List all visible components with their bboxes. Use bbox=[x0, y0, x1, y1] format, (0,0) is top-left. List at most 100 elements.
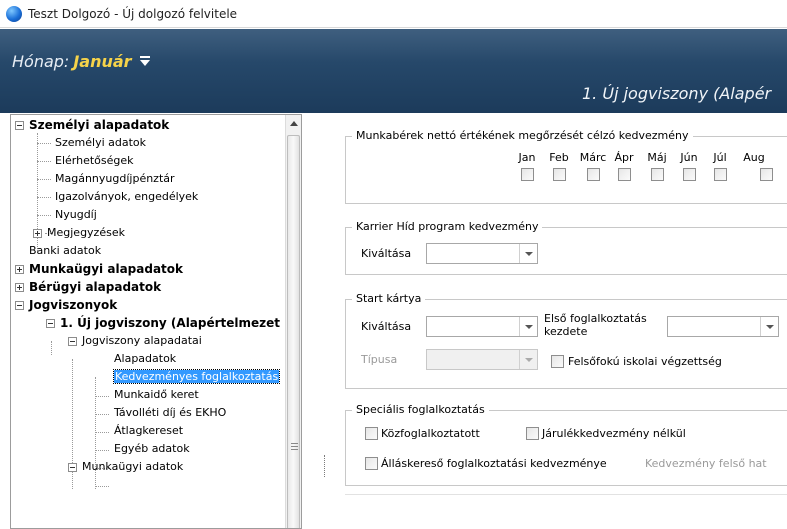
app-icon bbox=[6, 5, 22, 22]
month-header-apr: Ápr bbox=[614, 151, 634, 164]
kozfoglalkoztatott-checkbox[interactable] bbox=[365, 427, 378, 440]
tree-line bbox=[95, 432, 109, 433]
tree-item-egyeb-adatok[interactable]: Egyéb adatok bbox=[114, 440, 190, 458]
first-employment-date-combo[interactable] bbox=[667, 316, 779, 337]
tree-item-szemelyi-alapadatok[interactable]: Személyi alapadatok bbox=[15, 116, 169, 134]
tree-item-munkaugyi-adatok[interactable]: Munkaügyi adatok bbox=[68, 458, 183, 476]
special-employment-title: Speciális foglalkoztatás bbox=[352, 403, 489, 416]
tree-item-munkaido-keret[interactable]: Munkaidő keret bbox=[114, 386, 199, 404]
scroll-thumb[interactable] bbox=[287, 135, 300, 528]
tree-line bbox=[95, 486, 109, 487]
start-kartya-group: Start kártya Kiváltása Első foglalkoztat… bbox=[345, 292, 787, 389]
checkbox-feb[interactable] bbox=[553, 168, 566, 181]
checkbox-maj[interactable] bbox=[651, 168, 664, 181]
month-value: Január bbox=[73, 52, 132, 71]
tree-item-banki-adatok[interactable]: Banki adatok bbox=[29, 242, 101, 260]
checkbox-marc[interactable] bbox=[587, 168, 600, 181]
tree-line bbox=[95, 414, 109, 415]
month-dropdown-icon[interactable] bbox=[139, 55, 150, 66]
tree-item-megjegyzesek[interactable]: Megjegyzések bbox=[33, 224, 125, 242]
karrier-kivaltasa-combo[interactable] bbox=[426, 243, 538, 264]
tree-item-tavolleti-dij[interactable]: Távolléti díj és EKHO bbox=[114, 404, 226, 422]
collapse-icon[interactable] bbox=[68, 463, 77, 472]
tree-item-munkaugyi-alapadatok[interactable]: Munkaügyi alapadatok bbox=[15, 260, 183, 278]
collapse-icon[interactable] bbox=[68, 337, 77, 346]
month-header: Hónap: Január 1. Új jogviszony (Alapér bbox=[0, 29, 787, 113]
checkbox-jul[interactable] bbox=[714, 168, 727, 181]
karrier-hid-group: Karrier Híd program kedvezmény Kiváltása bbox=[345, 220, 787, 275]
month-header-marc: Márc bbox=[579, 151, 607, 164]
tree-line bbox=[37, 179, 51, 180]
allaskereso-checkbox[interactable] bbox=[365, 457, 378, 470]
tree-item-kedvezmenyes-foglalkoztatas[interactable]: Kedvezményes foglalkoztatás bbox=[112, 368, 281, 386]
chevron-down-icon[interactable] bbox=[519, 317, 537, 336]
karrier-hid-title: Karrier Híd program kedvezmény bbox=[352, 220, 543, 233]
relationship-title: 1. Új jogviszony (Alapér bbox=[582, 84, 772, 103]
collapse-icon[interactable] bbox=[46, 319, 55, 328]
chevron-down-icon[interactable] bbox=[760, 317, 778, 336]
tree-item-berugyi-alapadatok[interactable]: Bérügyi alapadatok bbox=[15, 278, 161, 296]
month-selector[interactable]: Hónap: Január bbox=[12, 52, 150, 71]
chevron-down-icon[interactable] bbox=[519, 244, 537, 263]
scroll-up-arrow-icon[interactable] bbox=[290, 121, 298, 126]
tree-line bbox=[37, 143, 51, 144]
tree-line bbox=[37, 197, 51, 198]
tree-item-igazolvanyok[interactable]: Igazolványok, engedélyek bbox=[55, 188, 198, 206]
higher-education-label: Felsőfokú iskolai végzettség bbox=[568, 355, 722, 368]
checkbox-aug[interactable] bbox=[760, 168, 773, 181]
month-label: Hónap: bbox=[12, 52, 70, 71]
first-employment-label: Első foglalkoztatás bbox=[544, 312, 647, 325]
expand-icon[interactable] bbox=[33, 229, 42, 238]
chevron-down-icon[interactable] bbox=[519, 350, 537, 369]
start-kivaltasa-combo[interactable] bbox=[426, 316, 538, 337]
month-header-jun: Jún bbox=[680, 151, 698, 164]
higher-education-checkbox[interactable] bbox=[551, 355, 564, 368]
start-tipus-combo[interactable] bbox=[426, 349, 538, 370]
first-employment-label-2: kezdete bbox=[544, 325, 588, 338]
tree-line bbox=[37, 161, 51, 162]
checkbox-apr[interactable] bbox=[618, 168, 631, 181]
tree-item-alapadatok[interactable]: Alapadatok bbox=[114, 350, 176, 368]
window-titlebar: Teszt Dolgozó - Új dolgozó felvitele bbox=[0, 0, 787, 28]
month-header-feb: Feb bbox=[549, 151, 569, 164]
tree-item-magannyugdijpenztar[interactable]: Magánnyugdíjpénztár bbox=[55, 170, 175, 188]
wage-preservation-title: Munkabérek nettó értékének megőrzését cé… bbox=[352, 129, 693, 142]
start-kivaltasa-label: Kiváltása bbox=[361, 320, 412, 333]
collapse-icon[interactable] bbox=[15, 121, 24, 130]
expand-icon[interactable] bbox=[15, 283, 24, 292]
tree-item-jogviszony-alapadatai[interactable]: Jogviszony alapadatai bbox=[68, 332, 202, 350]
tree-item-atlagkereset[interactable]: Átlagkereset bbox=[114, 422, 183, 440]
checkbox-jun[interactable] bbox=[683, 168, 696, 181]
tree-item-elerhetosegek[interactable]: Elérhetőségek bbox=[55, 152, 134, 170]
benefits-panel: Munkabérek nettó értékének megőrzését cé… bbox=[345, 114, 787, 494]
checkbox-jan[interactable] bbox=[521, 168, 534, 181]
tree-item-jogviszonyok[interactable]: Jogviszonyok bbox=[15, 296, 117, 314]
expand-icon[interactable] bbox=[15, 265, 24, 274]
jarulekkedvezmeny-label: Járulékkedvezmény nélkül bbox=[542, 427, 686, 440]
month-header-aug: Aug bbox=[743, 151, 765, 164]
wage-preservation-group: Munkabérek nettó értékének megőrzését cé… bbox=[345, 129, 787, 204]
kedvezmeny-felso-label: Kedvezmény felső hat bbox=[645, 457, 767, 470]
karrier-kivaltasa-label: Kiváltása bbox=[361, 247, 412, 260]
tree-item-nyugdij[interactable]: Nyugdíj bbox=[55, 206, 97, 224]
start-kartya-title: Start kártya bbox=[352, 292, 426, 305]
special-employment-group: Speciális foglalkoztatás Közfoglalkoztat… bbox=[345, 403, 787, 486]
allaskereso-label: Álláskereső foglalkoztatási kedvezménye bbox=[381, 457, 607, 470]
navigation-tree: Személyi alapadatok Személyi adatok Elér… bbox=[10, 114, 302, 529]
jarulekkedvezmeny-checkbox[interactable] bbox=[526, 427, 539, 440]
tree-item-szemelyi-adatok[interactable]: Személyi adatok bbox=[55, 134, 146, 152]
tree-line bbox=[95, 450, 109, 451]
collapse-icon[interactable] bbox=[15, 301, 24, 310]
start-tipus-label: Típusa bbox=[361, 353, 398, 366]
kozfoglalkoztatott-label: Közfoglalkoztatott bbox=[381, 427, 480, 440]
tree-scrollbar[interactable] bbox=[285, 115, 301, 528]
tree-line bbox=[95, 396, 109, 397]
month-header-jan: Jan bbox=[518, 151, 536, 164]
month-header-maj: Máj bbox=[647, 151, 667, 164]
panel-bottom-divider bbox=[345, 494, 787, 495]
tree-line bbox=[51, 341, 52, 355]
panel-splitter[interactable] bbox=[324, 455, 327, 477]
window-title: Teszt Dolgozó - Új dolgozó felvitele bbox=[28, 6, 238, 21]
tree-item-uj-jogviszony[interactable]: 1. Új jogviszony (Alapértelmezet bbox=[46, 314, 280, 332]
scroll-grip-icon bbox=[291, 443, 298, 450]
